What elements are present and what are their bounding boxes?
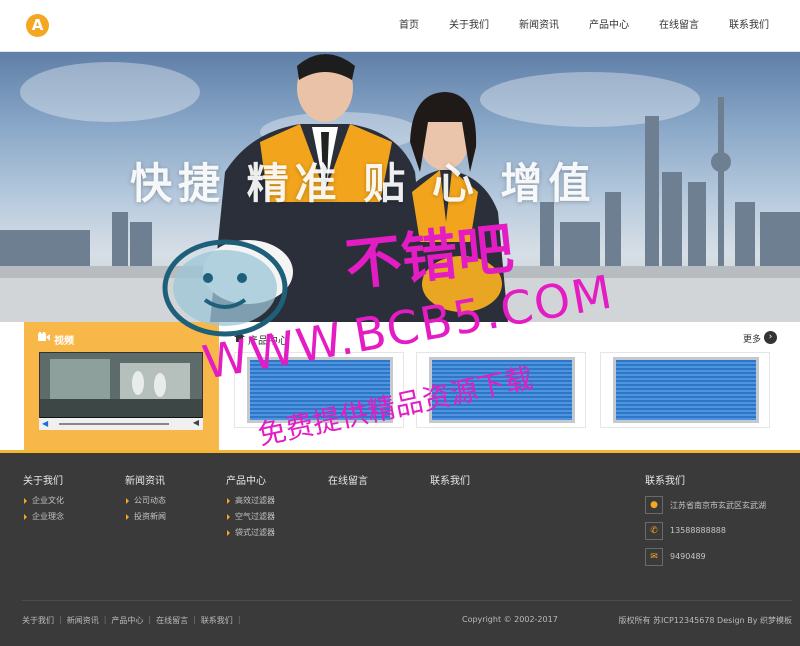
contact-address-text: 江苏省南京市玄武区玄武湖 bbox=[670, 501, 766, 510]
footer-col-title[interactable]: 在线留言 bbox=[328, 472, 368, 487]
logo[interactable]: A bbox=[26, 14, 49, 37]
banner-slogan: 快捷 精准 贴 心 增值 bbox=[130, 159, 597, 208]
main-nav: 首页 关于我们 新闻资讯 产品中心 在线留言 联系我们 bbox=[378, 0, 778, 52]
copyright: Copyright © 2002-2017 bbox=[462, 615, 558, 624]
video-frame bbox=[40, 353, 202, 417]
nav-message[interactable]: 在线留言 bbox=[650, 0, 708, 52]
icp-info[interactable]: 版权所有 苏ICP12345678 Design By 织梦模板 bbox=[618, 615, 792, 626]
products-more-link[interactable]: 更多 bbox=[743, 332, 761, 345]
nav-products[interactable]: 产品中心 bbox=[580, 0, 638, 52]
play-icon[interactable]: ◀ bbox=[42, 419, 48, 428]
product-card[interactable] bbox=[600, 352, 770, 428]
header: A 首页 关于我们 新闻资讯 产品中心 在线留言 联系我们 bbox=[0, 0, 800, 52]
video-camera-icon bbox=[38, 332, 50, 341]
footer-col-title[interactable]: 联系我们 bbox=[430, 472, 470, 487]
footer-link[interactable]: 空气过滤器 bbox=[227, 512, 275, 521]
bottom-link[interactable]: 产品中心 bbox=[111, 615, 143, 626]
arrow-right-icon[interactable]: › bbox=[764, 331, 777, 344]
nav-news[interactable]: 新闻资讯 bbox=[510, 0, 568, 52]
bottom-link[interactable]: 联系我们 bbox=[201, 615, 233, 626]
footer-col-title[interactable]: 关于我们 bbox=[23, 472, 64, 487]
progress-bar[interactable] bbox=[59, 423, 169, 425]
footer-bottom-nav: 关于我们 | 新闻资讯 | 产品中心 | 在线留言 | 联系我们 | bbox=[22, 615, 241, 626]
video-title: 视频 bbox=[54, 336, 74, 347]
phone-icon: ✆ bbox=[645, 522, 663, 540]
contact-phone-text: 13588888888 bbox=[670, 526, 726, 535]
footer-col-about: 关于我们 企业文化 企业理念 bbox=[23, 472, 64, 528]
bottom-link[interactable]: 在线留言 bbox=[156, 615, 188, 626]
footer-col-title[interactable]: 产品中心 bbox=[226, 472, 275, 487]
footer-link[interactable]: 袋式过滤器 bbox=[227, 528, 275, 537]
footer-col-contact: 联系我们 bbox=[430, 472, 470, 496]
location-pin-icon: ● bbox=[645, 496, 663, 514]
footer-link[interactable]: 企业理念 bbox=[24, 512, 64, 521]
nav-home[interactable]: 首页 bbox=[390, 0, 428, 52]
filter-image bbox=[613, 357, 759, 423]
mail-icon: ✉ bbox=[645, 548, 663, 566]
contact-title: 联系我们 bbox=[645, 476, 685, 487]
footer-col-news: 新闻资讯 公司动态 投资新闻 bbox=[125, 472, 166, 528]
page: A 首页 关于我们 新闻资讯 产品中心 在线留言 联系我们 快捷 精准 贴 心 … bbox=[0, 0, 800, 646]
footer-link[interactable]: 企业文化 bbox=[24, 496, 64, 505]
nav-contact[interactable]: 联系我们 bbox=[720, 0, 778, 52]
footer-divider bbox=[22, 600, 792, 601]
bottom-link[interactable]: 关于我们 bbox=[22, 615, 54, 626]
footer-col-title[interactable]: 新闻资讯 bbox=[125, 472, 166, 487]
nav-about[interactable]: 关于我们 bbox=[440, 0, 498, 52]
footer-col-message: 在线留言 bbox=[328, 472, 368, 496]
volume-icon[interactable]: ◀ bbox=[193, 418, 199, 427]
footer-col-products: 产品中心 高效过滤器 空气过滤器 袋式过滤器 bbox=[226, 472, 275, 544]
video-controls: ◀ ◀ bbox=[39, 418, 203, 430]
footer-link[interactable]: 高效过滤器 bbox=[227, 496, 275, 505]
footer-link[interactable]: 公司动态 bbox=[126, 496, 166, 505]
contact-fax-text: 9490489 bbox=[670, 552, 706, 561]
bottom-link[interactable]: 新闻资讯 bbox=[67, 615, 99, 626]
footer-link[interactable]: 投资新闻 bbox=[126, 512, 166, 521]
